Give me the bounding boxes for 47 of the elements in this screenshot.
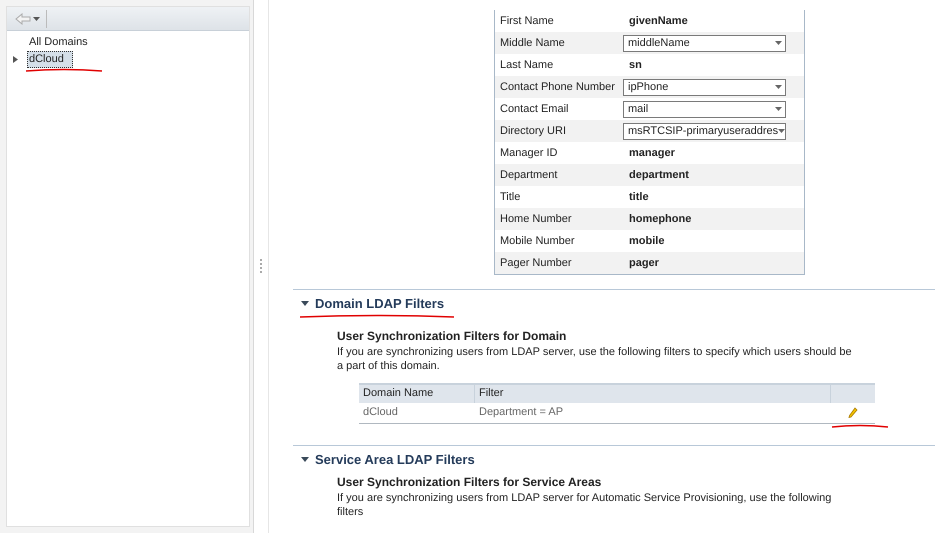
attribute-label: Manager ID <box>499 146 558 161</box>
attribute-value: homephone <box>628 212 692 227</box>
caret-icon <box>778 129 785 133</box>
table-cell-text: Department = AP <box>478 405 564 420</box>
section-title[interactable]: Service Area LDAP Filters <box>315 450 475 469</box>
attribute-dropdown[interactable]: msRTCSIP-primaryuseraddres <box>623 122 786 140</box>
attribute-value: manager <box>628 146 675 161</box>
caret-icon <box>775 41 782 45</box>
hand-drawn-underline <box>831 424 889 428</box>
filters-description: If you are synchronizing users from LDAP server, use the following filters to specify which users should be a part of this domain. <box>337 344 853 372</box>
table-cell-text: dCloud <box>362 405 399 420</box>
caret-icon[interactable] <box>33 16 40 20</box>
attribute-dropdown[interactable]: mail <box>623 100 786 118</box>
attribute-label: Title <box>499 190 522 205</box>
attribute-value: pager <box>628 256 659 271</box>
collapse-arrow-icon[interactable] <box>301 301 309 306</box>
attribute-label: Contact Email <box>499 102 570 117</box>
column-header: Domain Name <box>359 384 475 402</box>
attribute-label: First Name <box>499 14 555 29</box>
section-title[interactable]: Domain LDAP Filters <box>315 294 444 314</box>
splitter-grip-icon[interactable] <box>260 258 262 274</box>
tree-item[interactable]: All Domains <box>27 35 90 50</box>
attribute-label: Pager Number <box>499 256 573 271</box>
filters-heading: User Synchronization Filters for Service Areas <box>337 474 602 491</box>
attribute-value: title <box>628 190 649 205</box>
caret-icon <box>775 107 782 111</box>
attribute-label: Directory URI <box>499 124 568 139</box>
attribute-value: sn <box>628 58 642 73</box>
attribute-label: Mobile Number <box>499 234 576 249</box>
tree-item[interactable]: dCloud <box>27 51 73 68</box>
attribute-label: Department <box>499 168 558 183</box>
attribute-value: givenName <box>628 14 688 29</box>
attribute-label: Contact Phone Number <box>499 80 616 95</box>
attribute-label: Home Number <box>499 212 573 227</box>
attribute-dropdown[interactable]: middleName <box>623 34 786 52</box>
expand-arrow-icon[interactable] <box>13 56 18 63</box>
attribute-label: Middle Name <box>499 36 566 51</box>
caret-icon <box>775 85 782 89</box>
filters-heading: User Synchronization Filters for Domain <box>337 328 568 344</box>
attribute-value: department <box>628 168 689 183</box>
collapse-arrow-icon[interactable] <box>301 456 309 462</box>
attribute-dropdown[interactable]: ipPhone <box>623 78 786 96</box>
attribute-value: mobile <box>628 234 664 249</box>
attribute-label: Last Name <box>499 58 554 73</box>
pencil-icon[interactable] <box>848 407 858 418</box>
filters-description: If you are synchronizing users from LDAP server for Automatic Service Provisioning, use the following filters <box>337 491 832 519</box>
column-header: Filter <box>475 384 831 402</box>
